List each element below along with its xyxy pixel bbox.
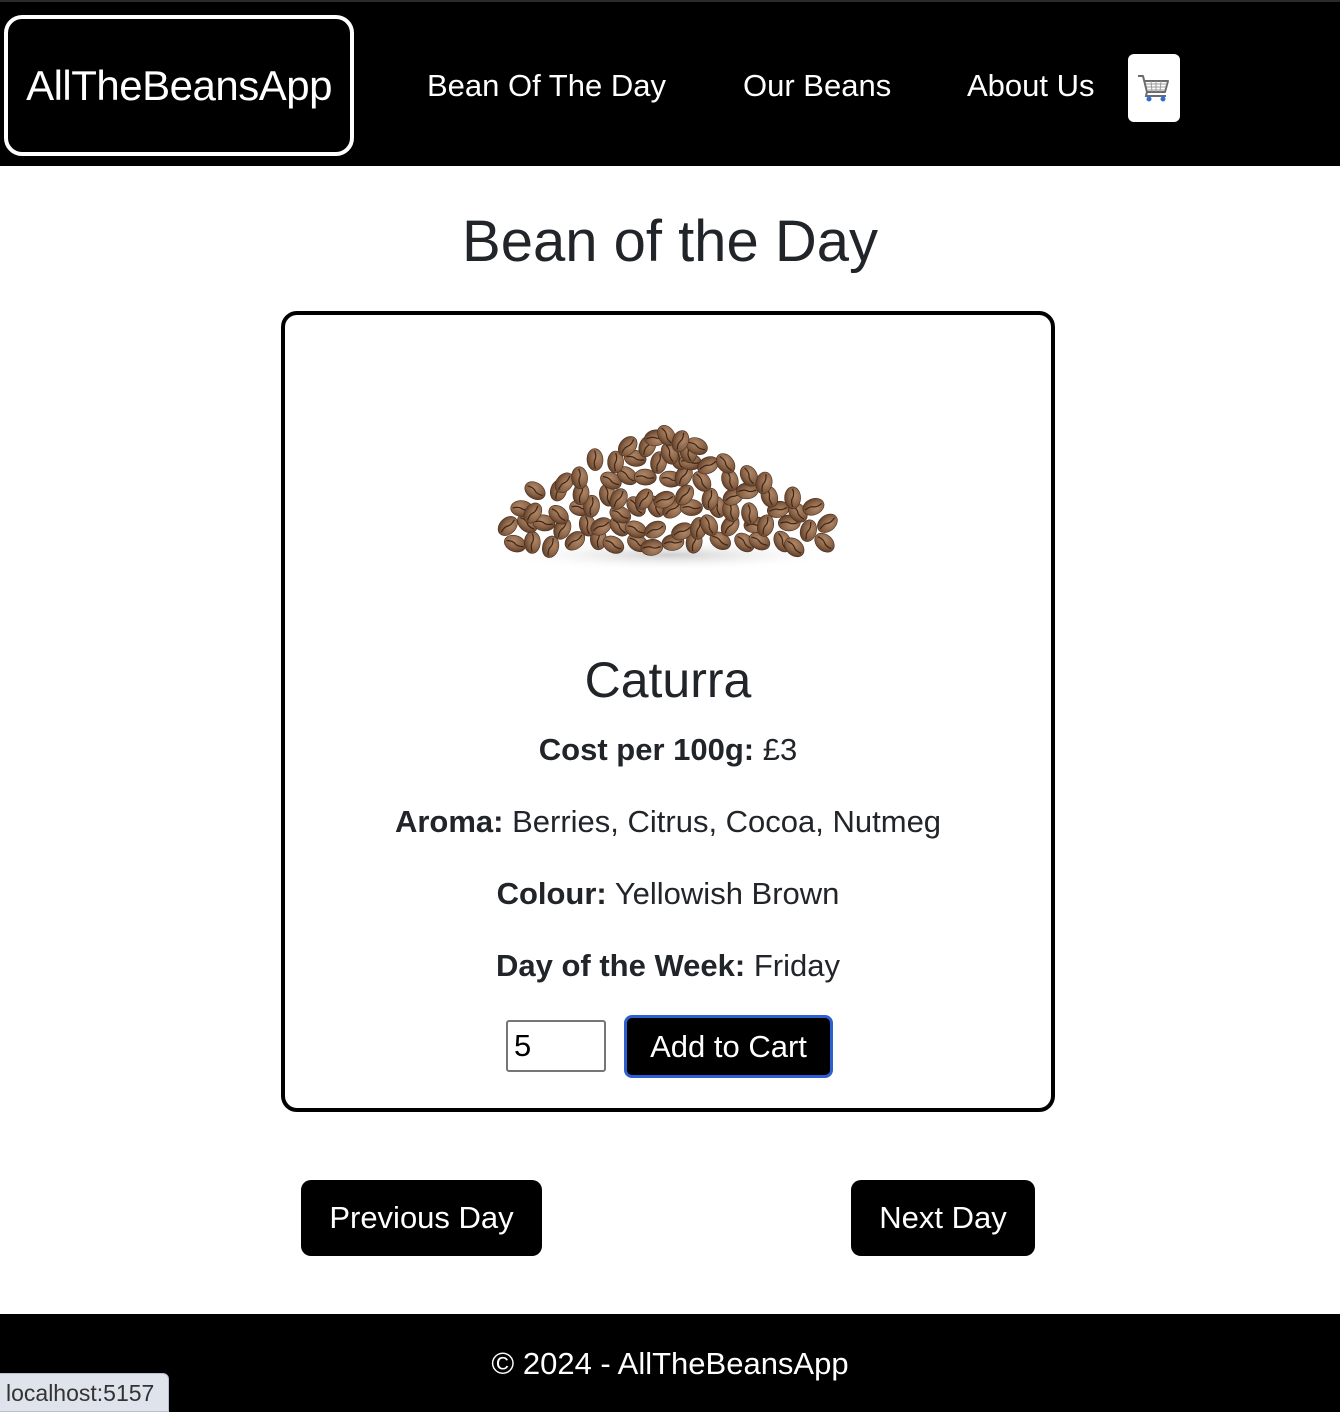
cost-value: £3 [762, 732, 798, 767]
bean-aroma: Aroma: Berries, Citrus, Cocoa, Nutmeg [285, 802, 1051, 842]
footer-copyright: © 2024 - AllTheBeansApp [491, 1346, 849, 1381]
previous-day-button[interactable]: Previous Day [301, 1180, 542, 1256]
quantity-input[interactable] [506, 1020, 606, 1072]
footer: © 2024 - AllTheBeansApp [0, 1314, 1340, 1412]
nav-link-bean-of-the-day[interactable]: Bean Of The Day [427, 66, 666, 106]
cart-button[interactable] [1128, 54, 1180, 122]
day-label: Day of the Week: [496, 948, 746, 983]
bean-name: Caturra [584, 652, 752, 708]
aroma-value: Berries, Citrus, Cocoa, Nutmeg [512, 804, 942, 839]
next-day-button[interactable]: Next Day [851, 1180, 1035, 1256]
nav-link-our-beans[interactable]: Our Beans [743, 66, 891, 106]
aroma-label: Aroma: [394, 804, 504, 839]
day-value: Friday [753, 948, 840, 983]
navbar: AllTheBeansApp Bean Of The Day Our Beans… [0, 0, 1340, 166]
status-bar-url: localhost:5157 [0, 1373, 170, 1412]
add-to-cart-button[interactable]: Add to Cart [624, 1015, 833, 1078]
bean-card: Caturra Cost per 100g: £3 Aroma: Berries… [281, 311, 1055, 1112]
bean-cost: Cost per 100g: £3 [285, 730, 1051, 770]
page-title: Bean of the Day [462, 209, 878, 274]
nav-link-about-us[interactable]: About Us [967, 66, 1095, 106]
cost-label: Cost per 100g: [538, 732, 755, 767]
bean-day-of-week: Day of the Week: Friday [285, 946, 1051, 986]
coffee-beans-image [495, 424, 845, 571]
bean-colour: Colour: Yellowish Brown [285, 874, 1051, 914]
colour-value: Yellowish Brown [614, 876, 840, 911]
colour-label: Colour: [496, 876, 607, 911]
brand-logo-link[interactable]: AllTheBeansApp [4, 15, 354, 156]
shopping-cart-icon [1138, 75, 1169, 102]
